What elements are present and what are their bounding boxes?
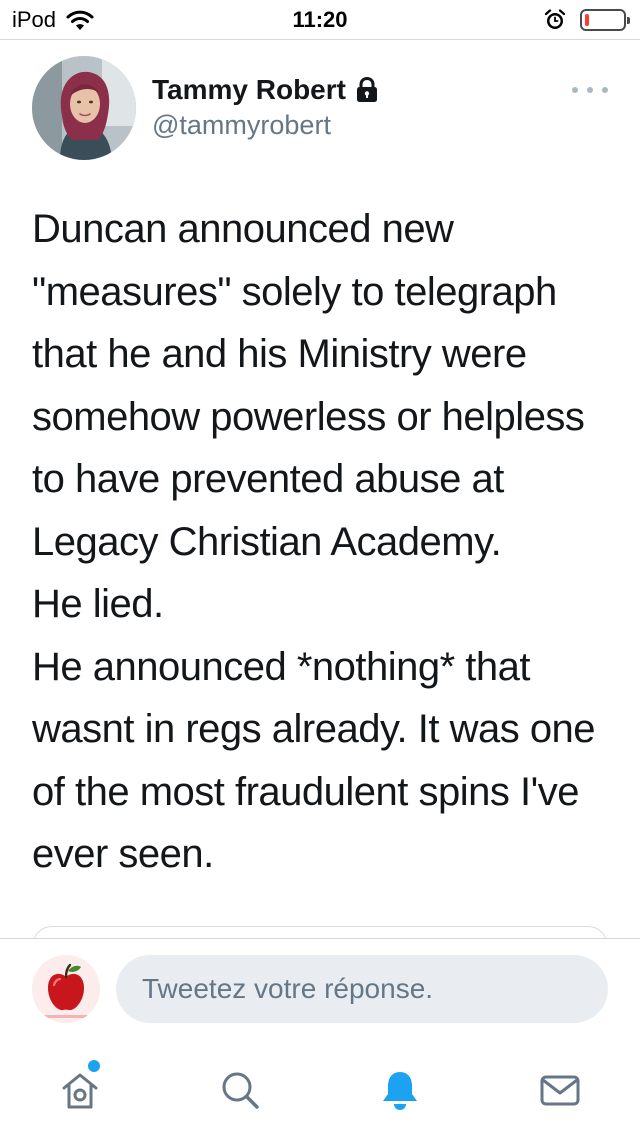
author-avatar-image bbox=[32, 56, 136, 160]
tab-messages[interactable] bbox=[532, 1062, 588, 1118]
tweet-text-line: wasnt in regs already. It was one bbox=[32, 707, 596, 751]
tweet-text-line: somehow powerless or helpless bbox=[32, 394, 585, 439]
tweet-text-line: ever seen. bbox=[32, 832, 214, 876]
search-icon bbox=[222, 1072, 259, 1109]
reply-input[interactable] bbox=[116, 955, 608, 1023]
more-dot bbox=[587, 87, 593, 93]
tweet-text-line: He lied. bbox=[32, 582, 164, 626]
more-options-button[interactable] bbox=[572, 80, 608, 100]
status-bar: iPod 11:20 bbox=[0, 0, 640, 40]
home-icon bbox=[62, 1073, 98, 1109]
author-name[interactable]: Tammy Robert bbox=[152, 74, 346, 106]
notifications-icon bbox=[383, 1072, 417, 1110]
status-right bbox=[544, 7, 630, 33]
tweet-text-line: that he and his Ministry were bbox=[32, 332, 527, 376]
tab-home[interactable] bbox=[52, 1062, 108, 1118]
tab-search[interactable] bbox=[212, 1062, 268, 1118]
tweet-text-line: Legacy Christian Academy. bbox=[32, 519, 502, 564]
more-dot bbox=[602, 87, 608, 93]
apple-icon bbox=[32, 955, 100, 1023]
author-name-row: Tammy Robert bbox=[152, 74, 378, 106]
battery-icon bbox=[580, 9, 630, 31]
messages-icon bbox=[540, 1075, 580, 1106]
tab-notifications[interactable] bbox=[372, 1062, 428, 1118]
tweet-text-line: "measures" solely to telegraph bbox=[32, 269, 557, 314]
alarm-icon bbox=[544, 9, 566, 29]
tweet-text-line: to have prevented abuse at bbox=[32, 457, 504, 501]
home-new-indicator bbox=[88, 1060, 100, 1072]
tweet-text: Duncan announced new "measures" solely t… bbox=[32, 198, 622, 886]
lock-icon bbox=[356, 77, 377, 102]
author-handle[interactable]: @tammyrobert bbox=[152, 110, 331, 141]
more-dot bbox=[572, 87, 578, 93]
reply-bar bbox=[0, 938, 640, 1038]
my-avatar[interactable] bbox=[32, 955, 100, 1023]
battery-fill bbox=[585, 14, 589, 26]
tab-bar bbox=[0, 1038, 640, 1136]
tweet-text-line: of the most fraudulent spins I've bbox=[32, 769, 580, 814]
tweet-text-line: He announced *nothing* that bbox=[32, 644, 531, 689]
tweet-text-line: Duncan announced new bbox=[32, 207, 454, 251]
author-avatar[interactable] bbox=[32, 56, 136, 160]
